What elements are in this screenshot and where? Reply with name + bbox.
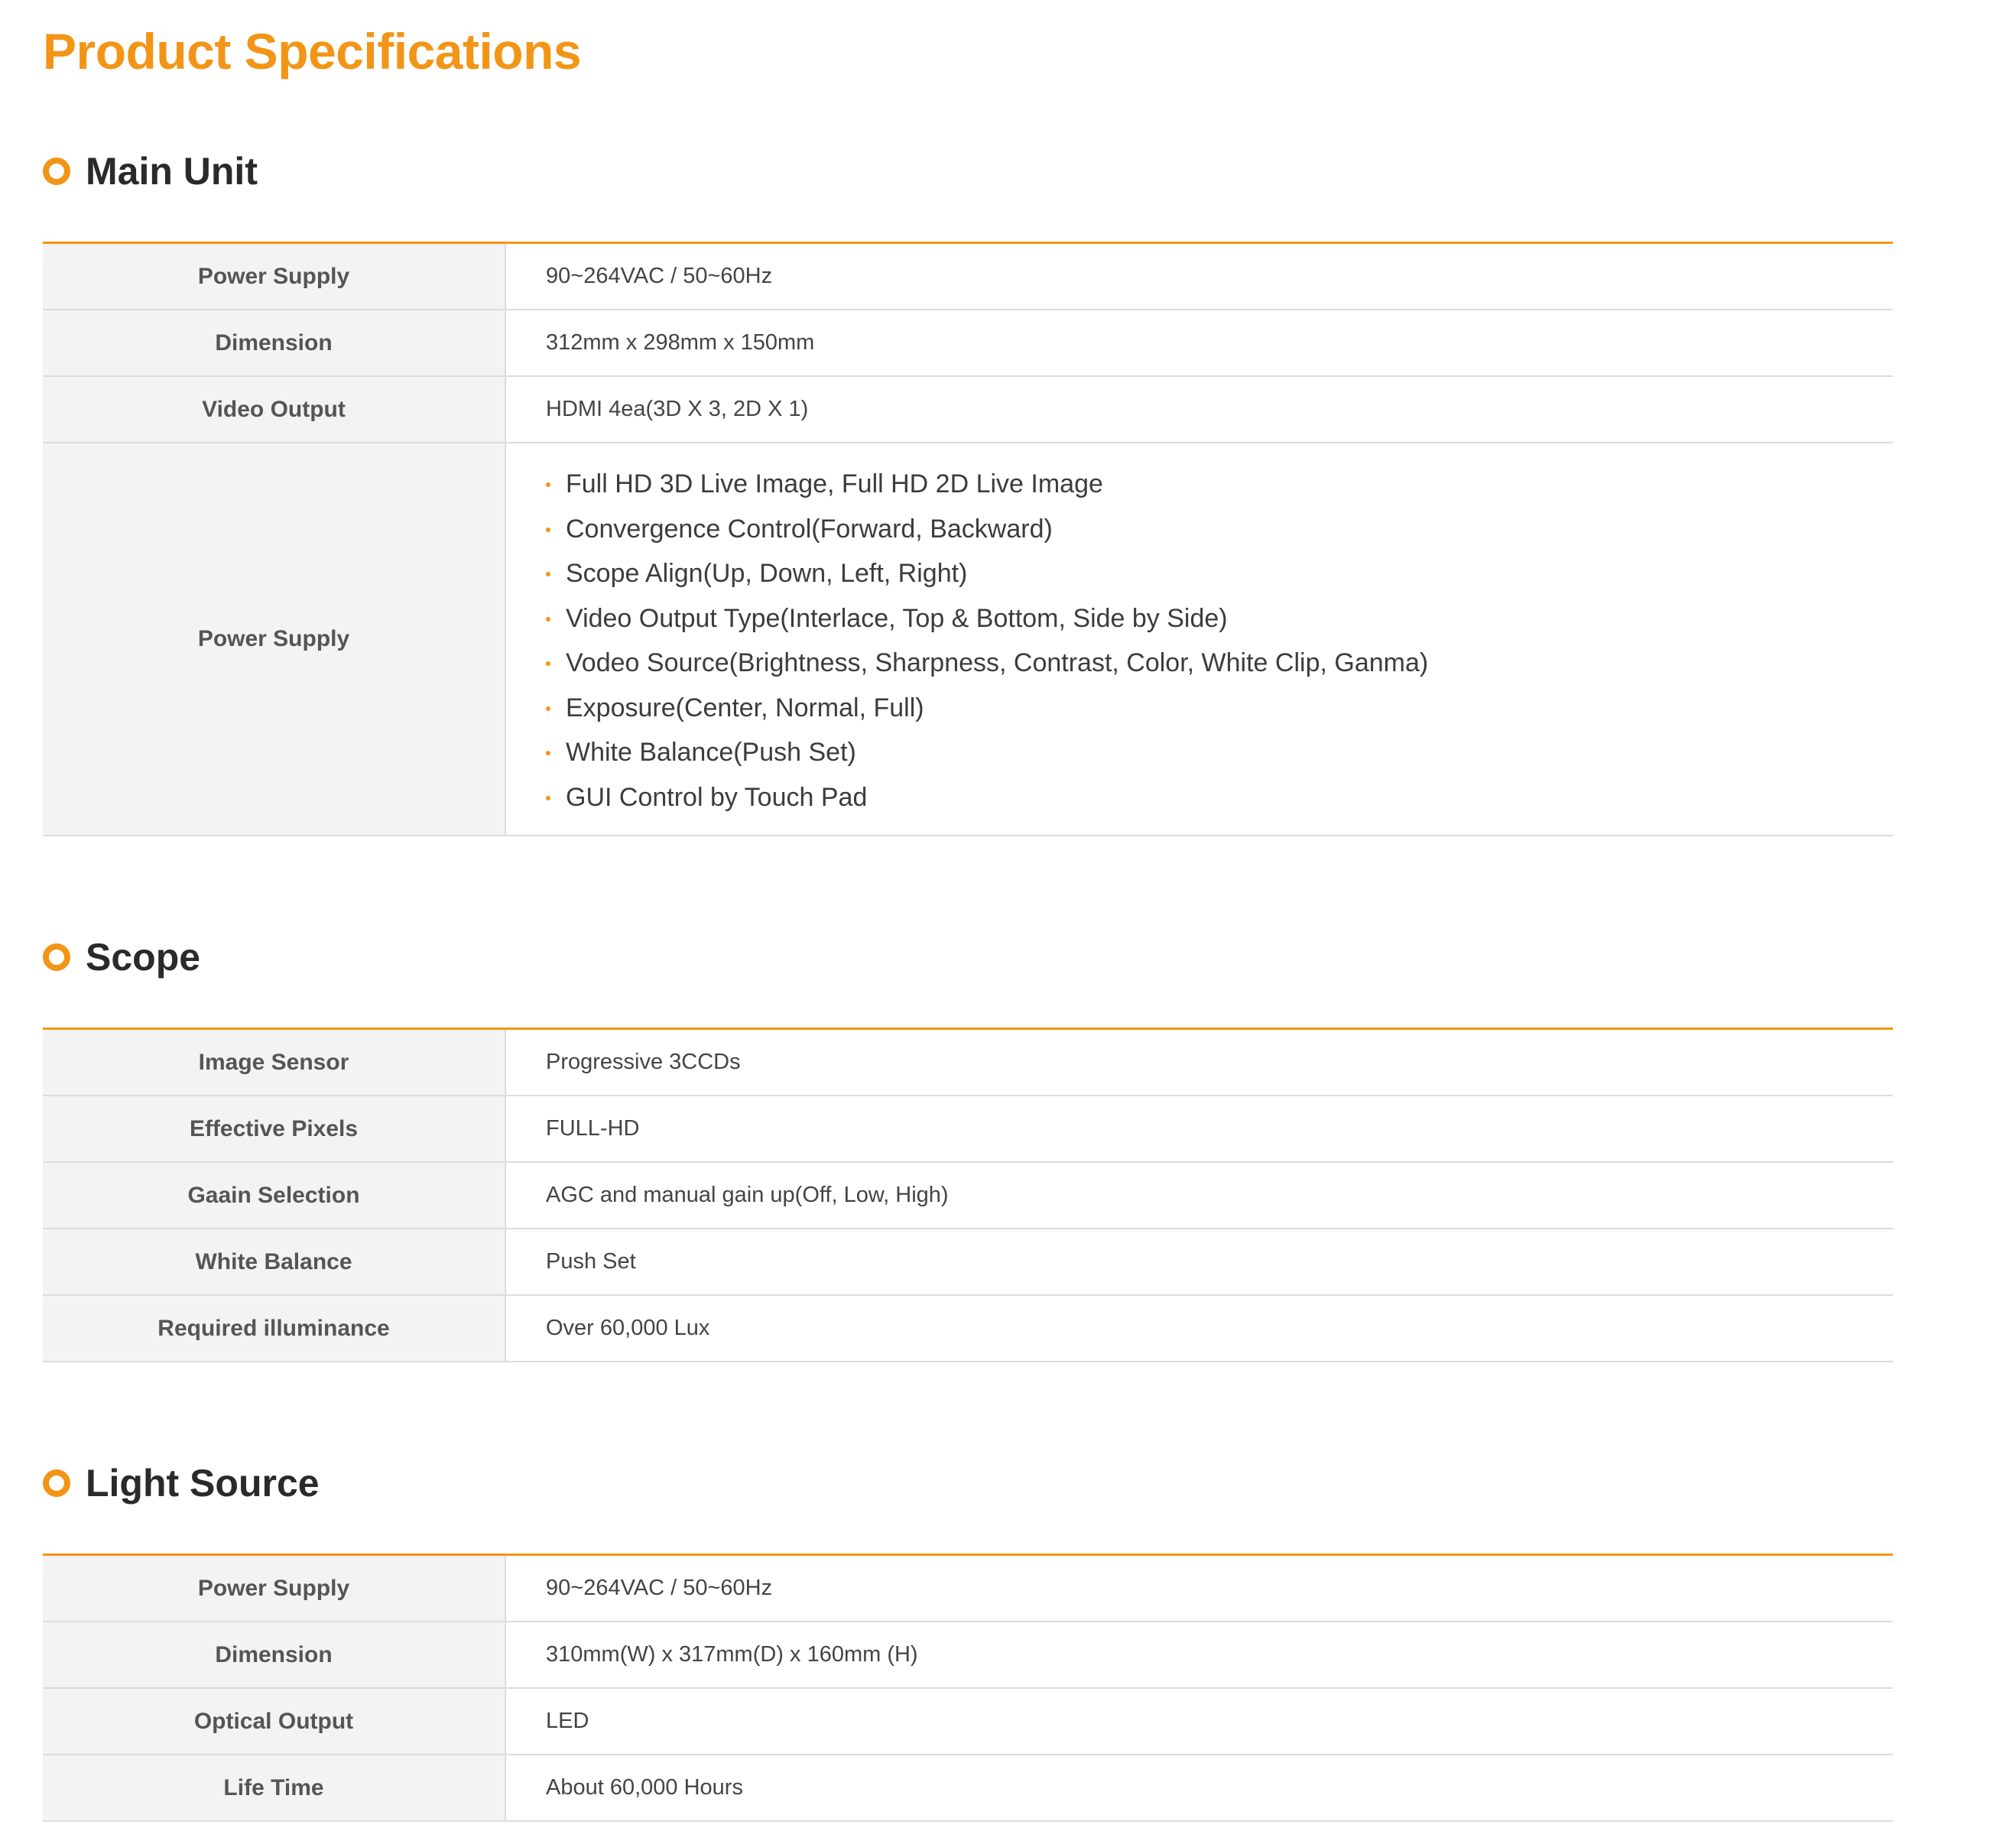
row-label: Dimension xyxy=(43,310,506,377)
row-label: Image Sensor xyxy=(43,1028,506,1096)
row-label: Optical Output xyxy=(43,1688,506,1755)
section-header-scope: Scope xyxy=(43,919,1893,995)
list-item: GUI Control by Touch Pad xyxy=(546,775,1893,820)
table-row: Effective Pixels FULL-HD xyxy=(43,1096,1893,1163)
row-label: White Balance xyxy=(43,1229,506,1296)
row-label: Effective Pixels xyxy=(43,1096,506,1163)
list-item: Video Output Type(Interlace, Top & Botto… xyxy=(546,596,1893,641)
table-row: Life Time About 60,000 Hours xyxy=(43,1755,1893,1822)
table-row: Power Supply 90~264VAC / 50~60Hz xyxy=(43,1554,1893,1622)
ring-bullet-icon xyxy=(43,1469,70,1497)
row-label: Dimension xyxy=(43,1622,506,1689)
row-value: 312mm x 298mm x 150mm xyxy=(505,310,1893,377)
list-item-text: GUI Control by Touch Pad xyxy=(566,782,868,812)
section-title: Main Unit xyxy=(86,150,258,193)
row-value: Push Set xyxy=(505,1229,1893,1296)
dot-bullet-icon xyxy=(546,572,550,576)
row-value: 310mm(W) x 317mm(D) x 160mm (H) xyxy=(505,1622,1893,1689)
list-item-text: Scope Align(Up, Down, Left, Right) xyxy=(566,559,968,588)
dot-bullet-icon xyxy=(546,616,550,622)
table-row: Power Supply 90~264VAC / 50~60Hz xyxy=(43,242,1893,310)
spec-table-main-unit: Power Supply 90~264VAC / 50~60Hz Dimensi… xyxy=(43,242,1893,836)
dot-bullet-icon xyxy=(546,661,550,666)
row-value: 90~264VAC / 50~60Hz xyxy=(505,1554,1893,1622)
dot-bullet-icon xyxy=(546,751,550,755)
ring-bullet-icon xyxy=(43,943,70,971)
table-row: Power Supply Full HD 3D Live Image, Full… xyxy=(43,443,1893,836)
section-header-light-source: Light Source xyxy=(43,1445,1893,1521)
table-row: Video Output HDMI 4ea(3D X 3, 2D X 1) xyxy=(43,376,1893,443)
dot-bullet-icon xyxy=(546,706,550,711)
table-row: Image Sensor Progressive 3CCDs xyxy=(43,1028,1893,1096)
row-label: Life Time xyxy=(43,1755,506,1822)
list-item-text: Vodeo Source(Brightness, Sharpness, Cont… xyxy=(566,648,1429,677)
row-value: Over 60,000 Lux xyxy=(505,1295,1893,1362)
row-value: LED xyxy=(505,1688,1893,1755)
list-item: Vodeo Source(Brightness, Sharpness, Cont… xyxy=(546,641,1893,686)
row-value: Progressive 3CCDs xyxy=(505,1028,1893,1096)
section-title: Scope xyxy=(86,936,201,979)
list-item-text: White Balance(Push Set) xyxy=(566,738,856,767)
table-row: Gaain Selection AGC and manual gain up(O… xyxy=(43,1162,1893,1229)
page-title: Product Specifications xyxy=(43,23,582,80)
spec-table-scope: Image Sensor Progressive 3CCDs Effective… xyxy=(43,1028,1893,1362)
row-label: Gaain Selection xyxy=(43,1162,506,1229)
list-item: Scope Align(Up, Down, Left, Right) xyxy=(546,551,1893,596)
row-label: Power Supply xyxy=(43,1554,506,1622)
dot-bullet-icon xyxy=(546,482,550,487)
row-label: Power Supply xyxy=(43,443,506,836)
table-row: White Balance Push Set xyxy=(43,1229,1893,1296)
spec-table-light-source: Power Supply 90~264VAC / 50~60Hz Dimensi… xyxy=(43,1553,1893,1822)
table-row: Dimension 312mm x 298mm x 150mm xyxy=(43,310,1893,377)
dot-bullet-icon xyxy=(546,527,550,532)
row-value: AGC and manual gain up(Off, Low, High) xyxy=(505,1162,1893,1229)
row-value: About 60,000 Hours xyxy=(505,1755,1893,1822)
list-item-text: Full HD 3D Live Image, Full HD 2D Live I… xyxy=(566,469,1103,498)
list-item: White Balance(Push Set) xyxy=(546,730,1893,775)
row-value: HDMI 4ea(3D X 3, 2D X 1) xyxy=(505,376,1893,443)
list-item-text: Video Output Type(Interlace, Top & Botto… xyxy=(566,603,1228,633)
spec-page: Product Specifications Main Unit Power S… xyxy=(43,0,1893,1822)
section-title: Light Source xyxy=(86,1462,320,1505)
row-label: Video Output xyxy=(43,376,506,443)
table-row: Optical Output LED xyxy=(43,1688,1893,1755)
list-item: Exposure(Center, Normal, Full) xyxy=(546,686,1893,731)
list-item-text: Exposure(Center, Normal, Full) xyxy=(566,693,924,722)
list-item: Full HD 3D Live Image, Full HD 2D Live I… xyxy=(546,462,1893,507)
section-header-main-unit: Main Unit xyxy=(43,133,1893,209)
row-value-list: Full HD 3D Live Image, Full HD 2D Live I… xyxy=(505,443,1893,836)
row-label: Power Supply xyxy=(43,242,506,310)
table-row: Dimension 310mm(W) x 317mm(D) x 160mm (H… xyxy=(43,1622,1893,1689)
row-value: 90~264VAC / 50~60Hz xyxy=(505,242,1893,310)
dot-bullet-icon xyxy=(546,795,550,800)
list-item-text: Convergence Control(Forward, Backward) xyxy=(566,514,1053,544)
row-value: FULL-HD xyxy=(505,1096,1893,1163)
table-row: Required illuminance Over 60,000 Lux xyxy=(43,1295,1893,1362)
list-item: Convergence Control(Forward, Backward) xyxy=(546,507,1893,552)
ring-bullet-icon xyxy=(43,157,70,185)
feature-list: Full HD 3D Live Image, Full HD 2D Live I… xyxy=(546,443,1893,835)
row-label: Required illuminance xyxy=(43,1295,506,1362)
